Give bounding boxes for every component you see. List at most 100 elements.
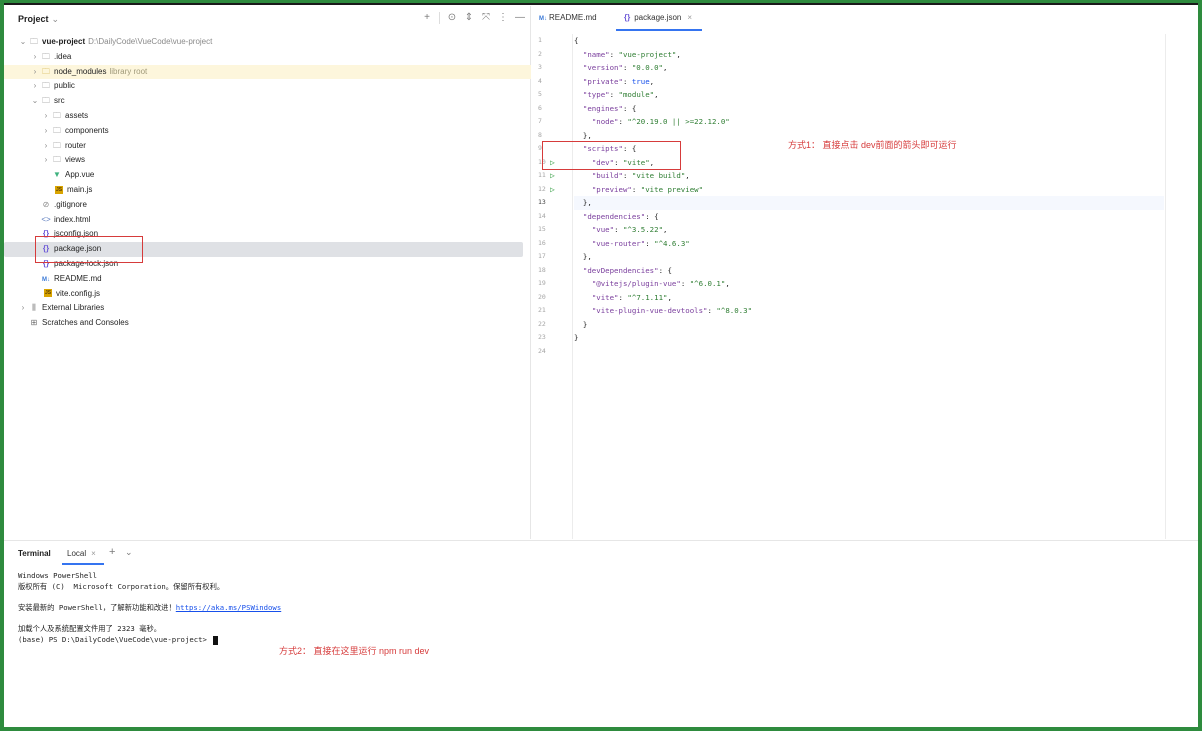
code-line[interactable]: "private": true,	[574, 75, 1164, 89]
tree-item-main-js[interactable]: JS main.js	[4, 183, 531, 198]
folder-icon: 🗀	[53, 110, 61, 120]
tab-readme[interactable]: M↓ README.md	[539, 13, 597, 22]
terminal-tab-local[interactable]: Local ×	[67, 549, 96, 558]
tree-item-node-modules[interactable]: › 🗀 node_modules library root	[4, 64, 531, 80]
code-line[interactable]: }	[574, 318, 1164, 332]
json-punct: ,	[676, 49, 681, 59]
tree-item-assets[interactable]: › 🗀 assets	[4, 109, 531, 124]
json-punct	[574, 77, 583, 86]
code-line[interactable]: {	[574, 34, 1164, 48]
line-number: 22	[538, 319, 546, 328]
code-line[interactable]: "engines": {	[574, 102, 1164, 116]
json-key: "vue-router"	[591, 238, 646, 248]
close-icon[interactable]: ×	[687, 13, 692, 22]
json-key: "dependencies"	[582, 211, 646, 221]
code-line[interactable]	[574, 345, 1164, 359]
tree-item-router[interactable]: › 🗀 router	[4, 139, 531, 154]
chevron-down-icon[interactable]: ⌄	[18, 35, 28, 50]
terminal-line: 安装最新的 PowerShell，了解新功能和改进！https://aka.ms…	[18, 603, 282, 613]
window-frame-bottom	[0, 727, 1202, 731]
project-view-selector[interactable]: Project ⌄	[18, 14, 59, 25]
chevron-right-icon[interactable]: ›	[18, 301, 28, 316]
terminal-prompt-line[interactable]: (base) PS D:\DailyCode\VueCode\vue-proje…	[18, 635, 1188, 646]
line-number: 12	[538, 184, 546, 193]
tree-item-src[interactable]: ⌄ 🗀 src	[4, 94, 531, 109]
code-line[interactable]: "devDependencies": {	[574, 264, 1164, 278]
code-line[interactable]: "dependencies": {	[574, 210, 1164, 224]
chevron-right-icon[interactable]: ›	[41, 139, 51, 154]
chevron-right-icon[interactable]: ›	[30, 50, 40, 65]
editor-panel: M↓ README.md {} package.json × 1 2 3 4 5 6 …	[531, 6, 1198, 539]
code-line[interactable]: "vite-plugin-vue-devtools": "^8.0.3"	[574, 304, 1164, 318]
line-number: 17	[538, 252, 546, 260]
code-area[interactable]: { "name": "vue-project", "version": "0.0…	[574, 34, 1164, 358]
line-number: 7	[538, 117, 542, 125]
code-line[interactable]: "@vitejs/plugin-vue": "^6.0.1",	[574, 277, 1164, 291]
tree-item-external-libraries[interactable]: › ⫼ External Libraries	[4, 301, 531, 316]
tab-package-json[interactable]: {} package.json ×	[624, 13, 692, 22]
json-punct	[574, 117, 592, 126]
expand-all-icon[interactable]: ⇕	[464, 12, 474, 24]
json-punct	[574, 63, 583, 72]
code-line[interactable]: "build": "vite build",	[574, 169, 1164, 183]
tree-item-vue-project[interactable]: ⌄ 🗀 vue-project D:\DailyCode\VueCode\vue-pr…	[4, 35, 531, 50]
tree-item-idea[interactable]: › 🗀 .idea	[4, 50, 531, 65]
code-line[interactable]: "preview": "vite preview"	[574, 183, 1164, 197]
tree-item-public[interactable]: › 🗀 public	[4, 79, 531, 94]
code-line[interactable]: "vue": "^3.5.22",	[574, 223, 1164, 237]
tree-item-gitignore[interactable]: ⊘ .gitignore	[4, 198, 531, 213]
line-number: 5	[538, 90, 542, 98]
run-script-icon[interactable]: ▷	[550, 183, 555, 197]
new-terminal-icon[interactable]: +	[109, 546, 115, 558]
terminal-line: Windows PowerShell	[18, 571, 98, 580]
json-key: "preview"	[591, 184, 632, 194]
collapse-all-icon[interactable]: ⤧	[481, 12, 491, 24]
vue-file-icon: ▼	[53, 170, 61, 180]
tree-item-scratches[interactable]: ⊞ Scratches and Consoles	[4, 316, 531, 331]
code-line[interactable]: },	[574, 196, 1164, 210]
powershell-link[interactable]: https://aka.ms/PSWindows	[176, 603, 281, 612]
line-number: 11	[538, 171, 546, 179]
chevron-right-icon[interactable]: ›	[30, 79, 40, 94]
code-line[interactable]: "vite": "^7.1.11",	[574, 291, 1164, 305]
add-icon[interactable]: +	[422, 12, 432, 24]
chevron-down-icon[interactable]: ⌄	[125, 547, 133, 558]
code-line[interactable]: "type": "module",	[574, 88, 1164, 102]
chevron-right-icon[interactable]: ›	[41, 109, 51, 124]
locate-icon[interactable]: ⊙	[447, 12, 457, 24]
line-number: 21	[538, 306, 546, 314]
options-icon[interactable]: ⋮	[498, 12, 508, 24]
library-folder-icon: 🗀	[42, 66, 50, 76]
chevron-right-icon[interactable]: ›	[30, 65, 40, 80]
chevron-down-icon[interactable]: ⌄	[30, 94, 40, 109]
html-file-icon: <>	[41, 214, 51, 224]
code-line[interactable]: "vue-router": "^4.6.3"	[574, 237, 1164, 251]
chevron-right-icon[interactable]: ›	[41, 153, 51, 168]
tree-item-index-html[interactable]: <> index.html	[4, 213, 531, 228]
tree-item-components[interactable]: › 🗀 components	[4, 124, 531, 139]
line-number: 2	[538, 49, 542, 58]
code-line[interactable]: },	[574, 250, 1164, 264]
folder-icon: 🗀	[30, 37, 38, 46]
json-key: "version"	[582, 63, 623, 72]
json-key: "name"	[582, 49, 610, 59]
tree-item-views[interactable]: › 🗀 views	[4, 153, 531, 168]
code-line[interactable]: "name": "vue-project",	[574, 48, 1164, 62]
run-script-icon[interactable]: ▷	[550, 169, 555, 183]
code-line[interactable]: "node": "^20.19.0 || >=22.12.0"	[574, 115, 1164, 129]
json-punct	[574, 266, 583, 275]
close-icon[interactable]: ×	[91, 549, 96, 558]
json-punct: : {	[622, 103, 637, 113]
code-line[interactable]: }	[574, 331, 1164, 345]
tree-item-readme-md[interactable]: M↓ README.md	[4, 272, 531, 287]
tree-item-app-vue[interactable]: ▼ App.vue	[4, 168, 531, 183]
terminal-line: 版权所有 (C) Microsoft Corporation。保留所有权利。	[18, 581, 225, 591]
hide-icon[interactable]: —	[515, 12, 525, 24]
code-line[interactable]: "version": "0.0.0",	[574, 61, 1164, 75]
json-string: "0.0.0"	[631, 63, 664, 72]
tree-item-vite-config-js[interactable]: JS vite.config.js	[4, 287, 531, 302]
terminal-output[interactable]: Windows PowerShell 版权所有 (C) Microsoft Co…	[18, 571, 1188, 646]
chevron-right-icon[interactable]: ›	[41, 124, 51, 139]
json-punct: ,	[685, 171, 690, 180]
